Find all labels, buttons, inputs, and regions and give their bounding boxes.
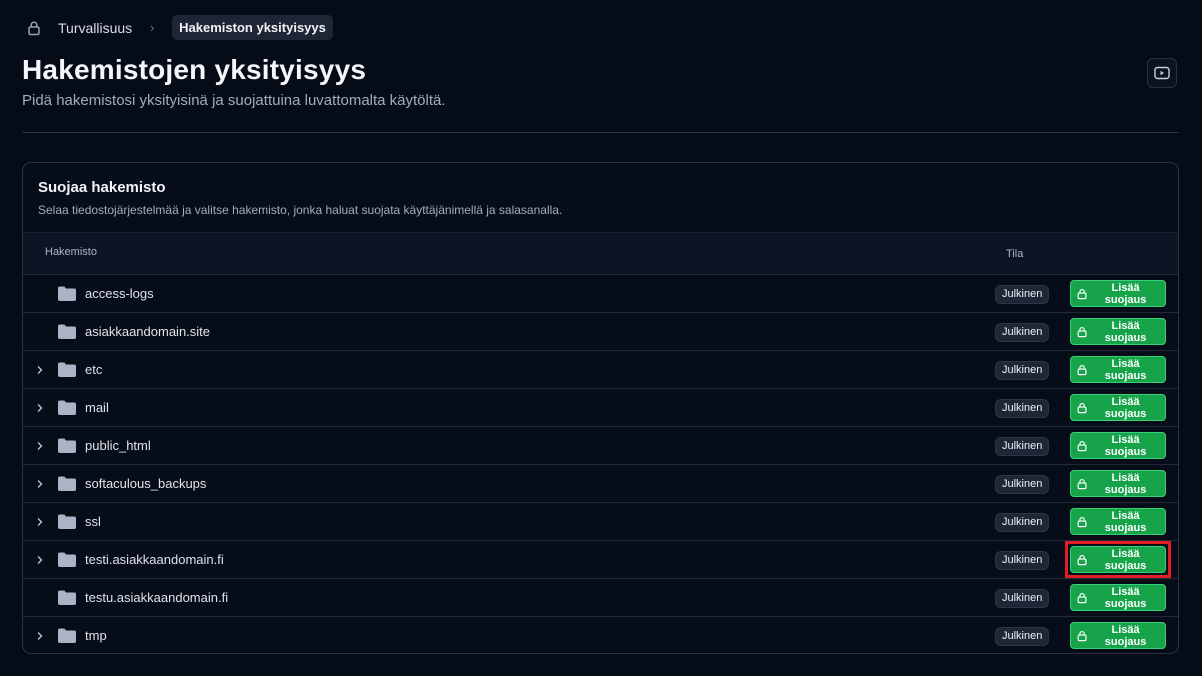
add-protection-label: Lisää suojaus xyxy=(1104,623,1147,648)
status-badge: Julkinen xyxy=(995,437,1050,456)
directory-name[interactable]: ssl xyxy=(85,514,101,529)
chevron-right-icon[interactable] xyxy=(33,363,47,377)
table-row: testi.asiakkaandomain.fi Julkinen Lisää … xyxy=(23,541,1178,579)
folder-icon xyxy=(57,323,77,340)
lock-icon xyxy=(1077,326,1087,337)
add-protection-button[interactable]: Lisää suojaus xyxy=(1070,584,1166,611)
table-row: public_html Julkinen Lisää suojaus xyxy=(23,427,1178,465)
directory-name[interactable]: asiakkaandomain.site xyxy=(85,324,210,339)
table-row: testu.asiakkaandomain.fi Julkinen Lisää … xyxy=(23,579,1178,617)
status-badge: Julkinen xyxy=(995,551,1050,570)
video-play-icon xyxy=(1154,66,1170,80)
status-badge: Julkinen xyxy=(995,323,1050,342)
add-protection-label: Lisää suojaus xyxy=(1104,433,1147,458)
folder-icon xyxy=(57,551,77,568)
folder-icon xyxy=(57,627,77,644)
folder-icon xyxy=(57,475,77,492)
chevron-right-icon[interactable] xyxy=(33,439,47,453)
chevron-right-icon[interactable] xyxy=(33,515,47,529)
protect-directory-card: Suojaa hakemisto Selaa tiedostojärjestel… xyxy=(22,162,1179,654)
directory-name[interactable]: testu.asiakkaandomain.fi xyxy=(85,590,228,605)
add-protection-button[interactable]: Lisää suojaus xyxy=(1070,318,1166,345)
add-protection-button[interactable]: Lisää suojaus xyxy=(1070,280,1166,307)
directory-name[interactable]: mail xyxy=(85,400,109,415)
breadcrumb: Turvallisuus › Hakemiston yksityisyys xyxy=(22,15,333,40)
card-title: Suojaa hakemisto xyxy=(38,179,166,196)
table-row: tmp Julkinen Lisää suojaus xyxy=(23,617,1178,653)
folder-icon xyxy=(57,589,77,606)
directory-name[interactable]: access-logs xyxy=(85,286,154,301)
table-row: access-logs Julkinen Lisää suojaus xyxy=(23,275,1178,313)
lock-icon xyxy=(1077,402,1087,413)
add-protection-button[interactable]: Lisää suojaus xyxy=(1070,432,1166,459)
status-badge: Julkinen xyxy=(995,589,1050,608)
add-protection-label: Lisää suojaus xyxy=(1104,281,1147,306)
add-protection-button[interactable]: Lisää suojaus xyxy=(1070,356,1166,383)
table-header: Hakemisto Tila xyxy=(23,232,1178,275)
status-badge: Julkinen xyxy=(995,361,1050,380)
folder-icon xyxy=(57,437,77,454)
chevron-right-icon[interactable] xyxy=(33,477,47,491)
status-badge: Julkinen xyxy=(995,285,1050,304)
chevron-right-icon[interactable] xyxy=(33,401,47,415)
chevron-right-icon[interactable] xyxy=(33,629,47,643)
breadcrumb-current: Hakemiston yksityisyys xyxy=(172,15,333,40)
lock-icon xyxy=(22,16,46,40)
chevron-right-icon: › xyxy=(150,20,155,35)
folder-icon xyxy=(57,285,77,302)
add-protection-button[interactable]: Lisää suojaus xyxy=(1070,508,1166,535)
lock-icon xyxy=(1077,288,1087,299)
add-protection-label: Lisää suojaus xyxy=(1104,395,1147,420)
status-badge: Julkinen xyxy=(995,627,1050,646)
add-protection-label: Lisää suojaus xyxy=(1104,357,1147,382)
add-protection-button[interactable]: Lisää suojaus xyxy=(1070,394,1166,421)
add-protection-label: Lisää suojaus xyxy=(1104,509,1147,534)
table-row: ssl Julkinen Lisää suojaus xyxy=(23,503,1178,541)
add-protection-label: Lisää suojaus xyxy=(1104,547,1147,572)
lock-icon xyxy=(1077,592,1087,603)
column-header-state: Tila xyxy=(1006,248,1024,260)
add-protection-button[interactable]: Lisää suojaus xyxy=(1070,546,1166,573)
status-badge: Julkinen xyxy=(995,399,1050,418)
folder-icon xyxy=(57,399,77,416)
table-row: asiakkaandomain.site Julkinen Lisää suoj… xyxy=(23,313,1178,351)
lock-icon xyxy=(1077,554,1087,565)
status-badge: Julkinen xyxy=(995,513,1050,532)
folder-icon xyxy=(57,513,77,530)
folder-icon xyxy=(57,361,77,378)
lock-icon xyxy=(1077,478,1087,489)
directory-name[interactable]: tmp xyxy=(85,628,107,643)
directory-name[interactable]: softaculous_backups xyxy=(85,476,206,491)
directory-list: access-logs Julkinen Lisää suojaus asiak… xyxy=(23,275,1178,653)
add-protection-button[interactable]: Lisää suojaus xyxy=(1070,470,1166,497)
table-row: etc Julkinen Lisää suojaus xyxy=(23,351,1178,389)
video-tutorial-button[interactable] xyxy=(1147,58,1177,88)
lock-icon xyxy=(1077,440,1087,451)
lock-icon xyxy=(1077,516,1087,527)
table-row: mail Julkinen Lisää suojaus xyxy=(23,389,1178,427)
table-row: softaculous_backups Julkinen Lisää suoja… xyxy=(23,465,1178,503)
add-protection-label: Lisää suojaus xyxy=(1104,471,1147,496)
status-badge: Julkinen xyxy=(995,475,1050,494)
directory-name[interactable]: public_html xyxy=(85,438,151,453)
card-description: Selaa tiedostojärjestelmää ja valitse ha… xyxy=(38,203,563,217)
add-protection-label: Lisää suojaus xyxy=(1104,585,1147,610)
header-divider xyxy=(22,132,1179,133)
page-subtitle: Pidä hakemistosi yksityisinä ja suojattu… xyxy=(22,92,446,109)
page-title: Hakemistojen yksityisyys xyxy=(22,54,367,85)
lock-icon xyxy=(1077,630,1087,641)
directory-name[interactable]: etc xyxy=(85,362,102,377)
add-protection-label: Lisää suojaus xyxy=(1104,319,1147,344)
chevron-right-icon[interactable] xyxy=(33,553,47,567)
lock-icon xyxy=(1077,364,1087,375)
column-header-directory: Hakemisto xyxy=(45,246,97,258)
directory-name[interactable]: testi.asiakkaandomain.fi xyxy=(85,552,224,567)
breadcrumb-link-security[interactable]: Turvallisuus xyxy=(58,20,132,36)
add-protection-button[interactable]: Lisää suojaus xyxy=(1070,622,1166,649)
